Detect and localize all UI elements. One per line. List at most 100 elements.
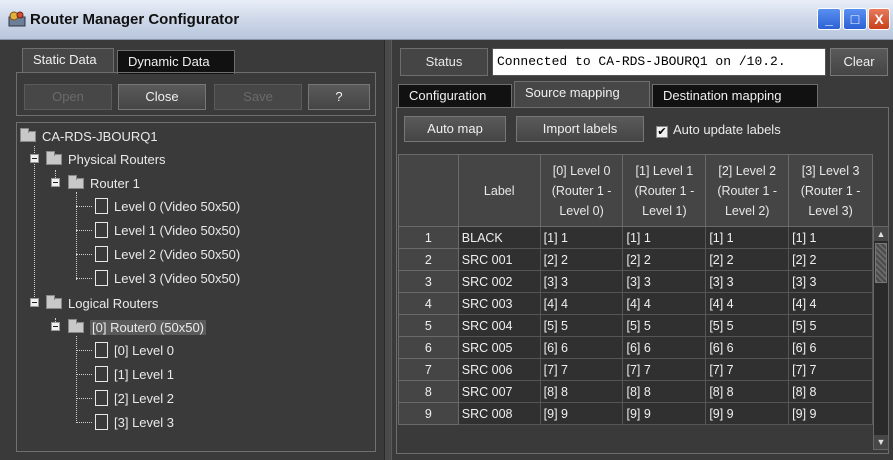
- level-cell[interactable]: [3] 3: [705, 270, 790, 293]
- level-cell[interactable]: [5] 5: [539, 314, 624, 337]
- table-row[interactable]: 2 SRC 001 [2] 2 [2] 2 [2] 2 [2] 2: [398, 248, 873, 271]
- level-cell[interactable]: [4] 4: [705, 292, 790, 315]
- level-cell[interactable]: [8] 8: [788, 380, 873, 403]
- level-cell[interactable]: [5] 5: [788, 314, 873, 337]
- tree-item-logical-level-0[interactable]: [0] Level 0: [95, 341, 174, 361]
- tree-item-logical-level-2[interactable]: [2] Level 2: [95, 389, 174, 409]
- tree-item-logical-routers[interactable]: Logical Routers: [46, 294, 158, 314]
- table-row[interactable]: 5 SRC 004 [5] 5 [5] 5 [5] 5 [5] 5: [398, 314, 873, 337]
- collapse-icon[interactable]: [51, 322, 60, 331]
- level-cell[interactable]: [7] 7: [622, 358, 707, 381]
- level-cell[interactable]: [7] 7: [705, 358, 790, 381]
- level-cell[interactable]: [2] 2: [788, 248, 873, 271]
- close-file-button[interactable]: Close: [118, 84, 206, 110]
- panel-splitter[interactable]: [384, 40, 392, 460]
- table-row[interactable]: 3 SRC 002 [3] 3 [3] 3 [3] 3 [3] 3: [398, 270, 873, 293]
- table-row[interactable]: 1 BLACK [1] 1 [1] 1 [1] 1 [1] 1: [398, 226, 873, 249]
- label-cell[interactable]: SRC 002: [457, 270, 541, 293]
- label-cell[interactable]: SRC 005: [457, 336, 541, 359]
- level-cell[interactable]: [5] 5: [705, 314, 790, 337]
- level-cell[interactable]: [1] 1: [622, 226, 707, 249]
- tree-item-level-1[interactable]: Level 1 (Video 50x50): [95, 221, 240, 241]
- label-cell[interactable]: SRC 001: [457, 248, 541, 271]
- tree-item-logical-level-3[interactable]: [3] Level 3: [95, 413, 174, 433]
- close-button[interactable]: X: [868, 8, 890, 30]
- tree-item-router-1[interactable]: Router 1: [68, 174, 140, 194]
- scroll-thumb[interactable]: [875, 243, 887, 283]
- source-mapping-table[interactable]: Label [0] Level 0 (Router 1 - Level 0) […: [398, 154, 873, 425]
- level-cell[interactable]: [4] 4: [788, 292, 873, 315]
- column-header-level-3[interactable]: [3] Level 3 (Router 1 - Level 3): [788, 154, 873, 227]
- level-cell[interactable]: [9] 9: [622, 402, 707, 425]
- tree-item-level-0[interactable]: Level 0 (Video 50x50): [95, 197, 240, 217]
- level-cell[interactable]: [7] 7: [788, 358, 873, 381]
- collapse-icon[interactable]: [30, 154, 39, 163]
- column-header-level-2[interactable]: [2] Level 2 (Router 1 - Level 2): [705, 154, 790, 227]
- level-cell[interactable]: [6] 6: [539, 336, 624, 359]
- level-cell[interactable]: [2] 2: [539, 248, 624, 271]
- level-cell[interactable]: [8] 8: [705, 380, 790, 403]
- tab-source-mapping[interactable]: Source mapping: [514, 81, 650, 108]
- level-cell[interactable]: [2] 2: [622, 248, 707, 271]
- level-cell[interactable]: [8] 8: [539, 380, 624, 403]
- level-cell[interactable]: [5] 5: [622, 314, 707, 337]
- label-cell[interactable]: SRC 003: [457, 292, 541, 315]
- level-cell[interactable]: [4] 4: [622, 292, 707, 315]
- tree-item-router0[interactable]: [0] Router0 (50x50): [68, 318, 207, 338]
- scroll-down-icon[interactable]: ▼: [874, 435, 888, 449]
- level-cell[interactable]: [9] 9: [539, 402, 624, 425]
- auto-map-button[interactable]: Auto map: [404, 116, 506, 142]
- tree-item-physical-routers[interactable]: Physical Routers: [46, 150, 166, 170]
- level-cell[interactable]: [1] 1: [539, 226, 624, 249]
- column-header-label[interactable]: Label: [457, 154, 541, 227]
- tab-configuration[interactable]: Configuration: [398, 84, 512, 108]
- level-cell[interactable]: [7] 7: [539, 358, 624, 381]
- tab-dynamic-data[interactable]: Dynamic Data: [117, 50, 235, 74]
- save-button[interactable]: Save: [214, 84, 302, 110]
- level-cell[interactable]: [6] 6: [788, 336, 873, 359]
- level-cell[interactable]: [9] 9: [788, 402, 873, 425]
- collapse-icon[interactable]: [51, 178, 60, 187]
- column-header-level-1[interactable]: [1] Level 1 (Router 1 - Level 1): [622, 154, 707, 227]
- clear-button[interactable]: Clear: [830, 48, 888, 76]
- tab-static-data[interactable]: Static Data: [22, 48, 114, 72]
- status-field[interactable]: Connected to CA-RDS-JBOURQ1 on /10.2.: [492, 48, 826, 76]
- label-cell[interactable]: SRC 007: [457, 380, 541, 403]
- tab-destination-mapping[interactable]: Destination mapping: [652, 84, 818, 108]
- tree-item-level-2[interactable]: Level 2 (Video 50x50): [95, 245, 240, 265]
- level-cell[interactable]: [8] 8: [622, 380, 707, 403]
- level-cell[interactable]: [3] 3: [539, 270, 624, 293]
- level-cell[interactable]: [9] 9: [705, 402, 790, 425]
- level-cell[interactable]: [4] 4: [539, 292, 624, 315]
- collapse-icon[interactable]: [30, 298, 39, 307]
- table-row[interactable]: 6 SRC 005 [6] 6 [6] 6 [6] 6 [6] 6: [398, 336, 873, 359]
- maximize-button[interactable]: □: [843, 8, 867, 30]
- table-row[interactable]: 9 SRC 008 [9] 9 [9] 9 [9] 9 [9] 9: [398, 402, 873, 425]
- level-cell[interactable]: [6] 6: [622, 336, 707, 359]
- scroll-up-icon[interactable]: ▲: [874, 227, 888, 241]
- tree-item-logical-level-1[interactable]: [1] Level 1: [95, 365, 174, 385]
- level-cell[interactable]: [6] 6: [705, 336, 790, 359]
- help-button[interactable]: ?: [308, 84, 370, 110]
- table-row[interactable]: 4 SRC 003 [4] 4 [4] 4 [4] 4 [4] 4: [398, 292, 873, 315]
- minimize-button[interactable]: _: [817, 8, 841, 30]
- table-row[interactable]: 7 SRC 006 [7] 7 [7] 7 [7] 7 [7] 7: [398, 358, 873, 381]
- auto-update-checkbox[interactable]: ✔: [656, 126, 668, 138]
- column-header-level-0[interactable]: [0] Level 0 (Router 1 - Level 0): [539, 154, 624, 227]
- label-cell[interactable]: SRC 004: [457, 314, 541, 337]
- label-cell[interactable]: BLACK: [457, 226, 541, 249]
- table-row[interactable]: 8 SRC 007 [8] 8 [8] 8 [8] 8 [8] 8: [398, 380, 873, 403]
- title-bar[interactable]: Router Manager Configurator _ □ X: [0, 0, 893, 40]
- tree-item-level-3[interactable]: Level 3 (Video 50x50): [95, 269, 240, 289]
- import-labels-button[interactable]: Import labels: [516, 116, 644, 142]
- table-scrollbar[interactable]: ▲ ▼: [873, 226, 889, 450]
- label-cell[interactable]: SRC 006: [457, 358, 541, 381]
- level-cell[interactable]: [3] 3: [622, 270, 707, 293]
- tree-root[interactable]: CA-RDS-JBOURQ1: [20, 127, 158, 147]
- open-button[interactable]: Open: [24, 84, 112, 110]
- level-cell[interactable]: [1] 1: [705, 226, 790, 249]
- auto-update-labels-option[interactable]: ✔ Auto update labels: [656, 120, 781, 140]
- level-cell[interactable]: [1] 1: [788, 226, 873, 249]
- level-cell[interactable]: [3] 3: [788, 270, 873, 293]
- label-cell[interactable]: SRC 008: [457, 402, 541, 425]
